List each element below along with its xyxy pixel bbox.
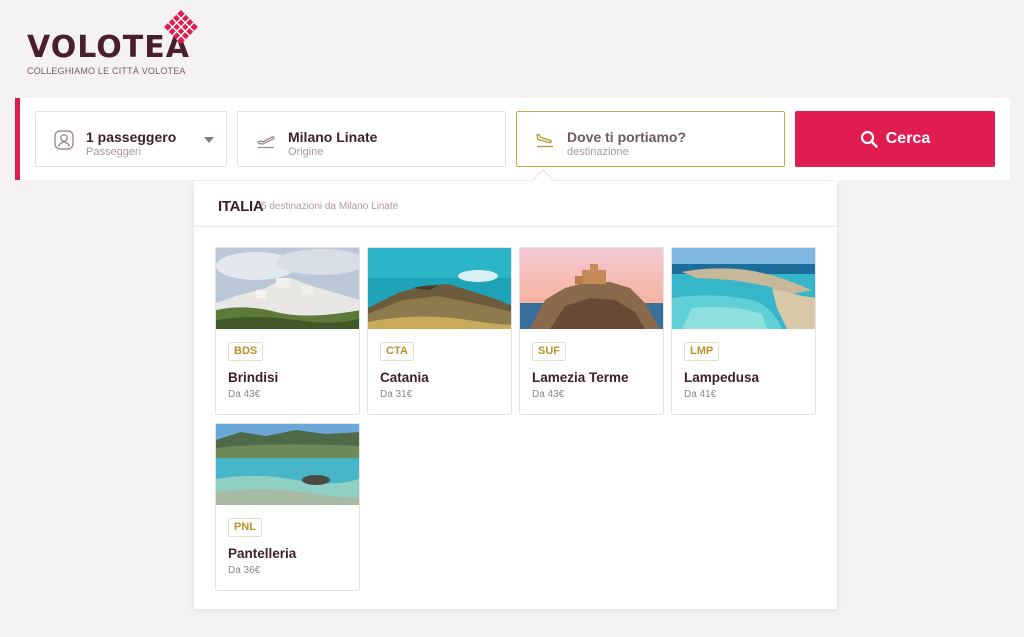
origin-value: Milano Linate: [288, 129, 378, 145]
destination-field[interactable]: Dove ti portiamo? destinazione: [516, 111, 785, 167]
search-button[interactable]: Cerca: [795, 111, 995, 167]
destination-card-brindisi[interactable]: BDS Brindisi Da 43€: [215, 247, 360, 415]
person-icon: [54, 130, 74, 150]
logo-tagline: COLLEGHIAMO LE CITTÀ VOLOTEA: [27, 66, 186, 76]
airport-code: SUF: [532, 342, 566, 361]
price-from: Da 41€: [684, 389, 717, 400]
destination-card-lampedusa[interactable]: LMP Lampedusa Da 41€: [671, 247, 816, 415]
airport-code: CTA: [380, 342, 414, 361]
plane-takeoff-icon: [256, 136, 275, 149]
passengers-value: 1 passeggero: [86, 129, 177, 145]
city-name: Catania: [380, 370, 429, 385]
price-from: Da 43€: [228, 389, 261, 400]
chevron-down-icon: [204, 137, 214, 143]
destination-label: destinazione: [567, 146, 629, 158]
origin-field[interactable]: Milano Linate Origine: [237, 111, 506, 167]
city-name: Brindisi: [228, 370, 279, 385]
destination-card-pantelleria[interactable]: PNL Pantelleria Da 36€: [215, 423, 360, 591]
search-button-label: Cerca: [885, 130, 931, 147]
city-name: Pantelleria: [228, 546, 297, 561]
destinations-dropdown: ITALIA 5 destinazioni da Milano Linate B…: [194, 181, 837, 609]
city-name: Lamezia Terme: [532, 370, 629, 385]
search-icon: [860, 130, 878, 148]
destination-card-catania[interactable]: CTA Catania Da 31€: [367, 247, 512, 415]
lampedusa-photo: [672, 248, 815, 329]
airport-code: BDS: [228, 342, 264, 361]
origin-label: Origine: [288, 146, 324, 158]
city-name: Lampedusa: [684, 370, 760, 385]
destination-card-lamezia-terme[interactable]: SUF Lamezia Terme Da 43€: [519, 247, 664, 415]
passengers-selector[interactable]: 1 passeggero Passeggeri: [35, 111, 227, 167]
pantelleria-photo: [216, 424, 359, 505]
price-from: Da 31€: [380, 389, 413, 400]
search-bar: 1 passeggero Passeggeri Milano Linate Or…: [15, 98, 1010, 180]
region-header: ITALIA 5 destinazioni da Milano Linate: [194, 181, 837, 227]
region-subtitle: 5 destinazioni da Milano Linate: [261, 201, 399, 212]
price-from: Da 43€: [532, 389, 565, 400]
airport-code: LMP: [684, 342, 720, 361]
price-from: Da 36€: [228, 565, 261, 576]
catania-photo: [368, 248, 511, 329]
lamezia-terme-photo: [520, 248, 663, 329]
plane-landing-icon: [536, 133, 553, 148]
airport-code: PNL: [228, 518, 262, 537]
volotea-logo[interactable]: VOLOTEA COLLEGHIAMO LE CITTÀ VOLOTEA: [27, 8, 207, 78]
brindisi-photo: [216, 248, 359, 329]
logo-diamond-icon: [164, 10, 198, 44]
destination-placeholder: Dove ti portiamo?: [567, 129, 687, 145]
region-title: ITALIA: [218, 198, 264, 215]
passengers-label: Passeggeri: [86, 146, 142, 158]
